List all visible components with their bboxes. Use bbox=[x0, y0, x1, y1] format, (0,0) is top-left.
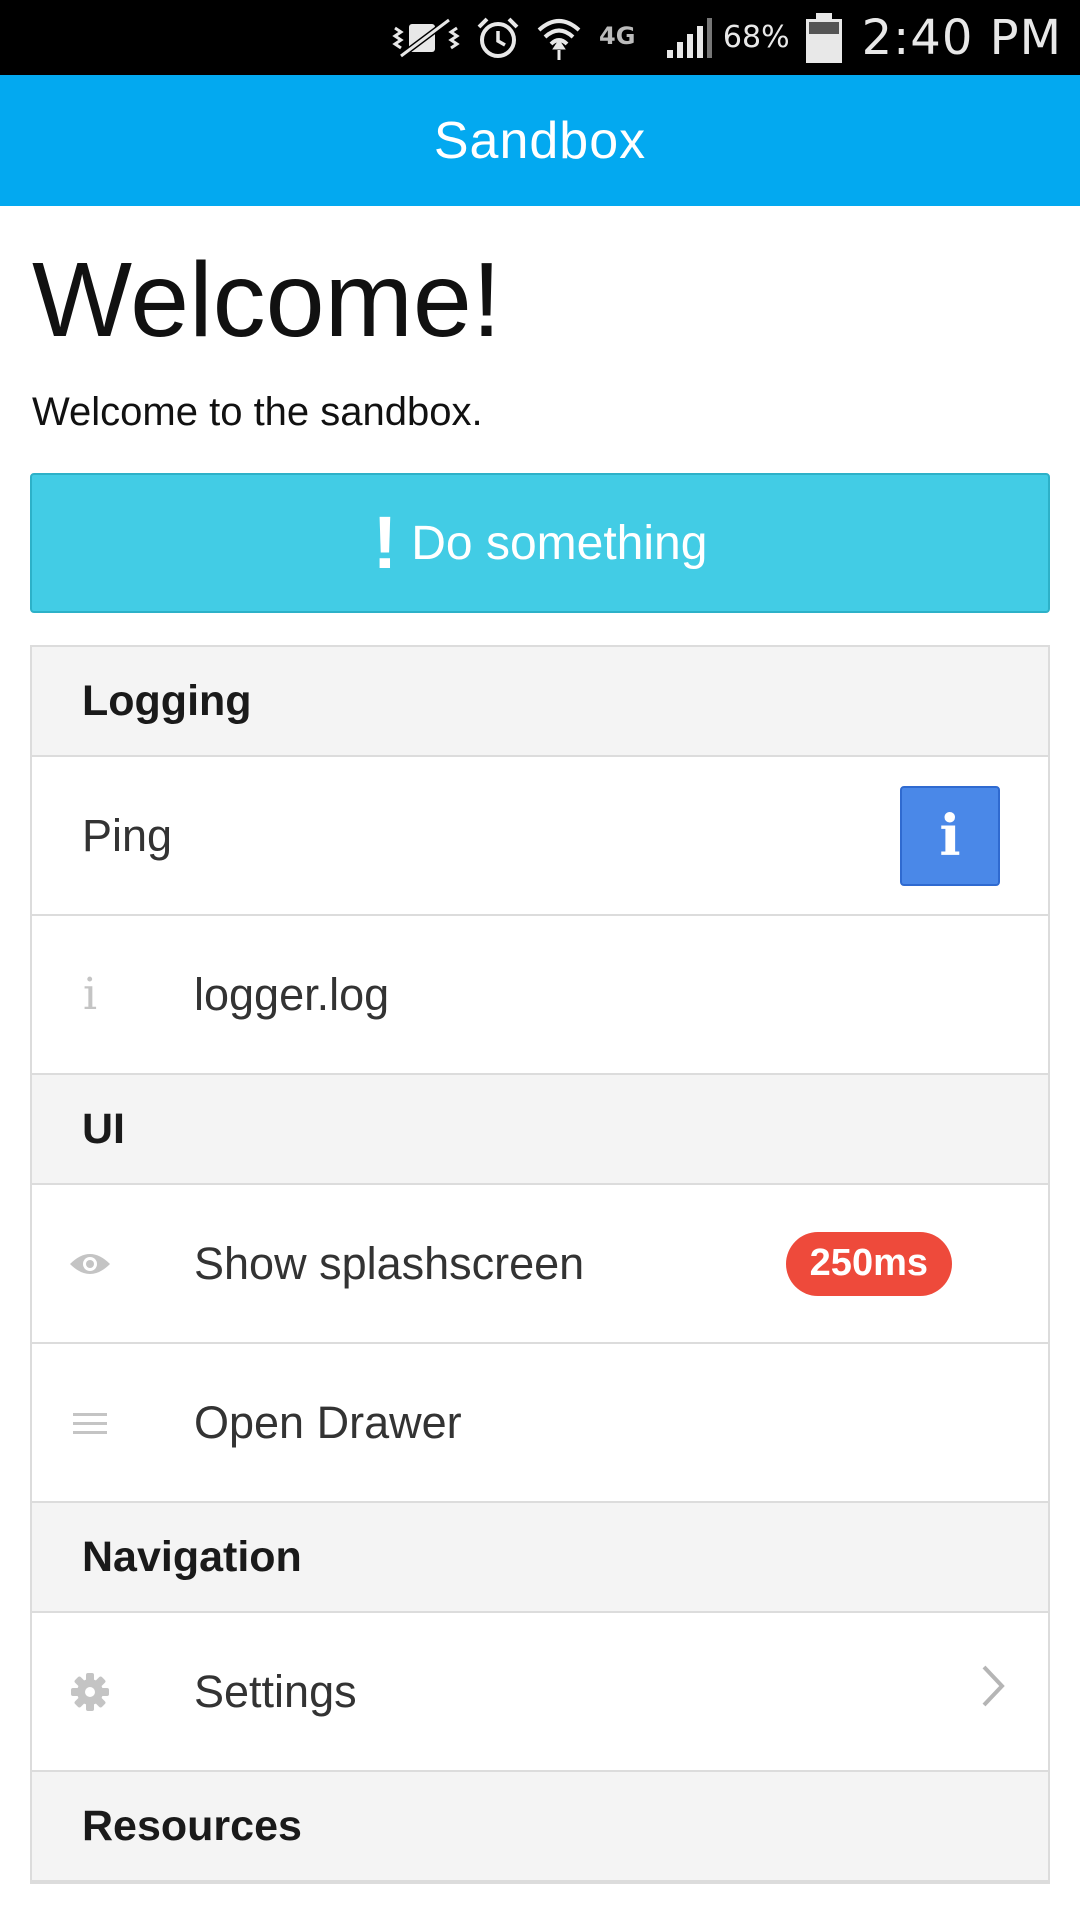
svg-text:4G: 4G bbox=[599, 22, 635, 50]
info-icon: i bbox=[82, 969, 98, 1020]
app-bar: Sandbox bbox=[0, 75, 1080, 206]
duration-badge: 250ms bbox=[785, 1231, 952, 1296]
clock: 2:40 PM bbox=[861, 9, 1062, 66]
eye-icon bbox=[66, 1240, 114, 1288]
alarm-icon bbox=[475, 15, 521, 61]
menu-icon bbox=[66, 1399, 114, 1447]
chevron-right-icon bbox=[980, 1663, 1008, 1720]
ping-label: Ping bbox=[82, 809, 173, 861]
4g-lte-icon: 4G bbox=[597, 18, 651, 58]
wifi-icon bbox=[535, 14, 583, 62]
battery-percent: 68% bbox=[722, 20, 790, 55]
page-title: Welcome! bbox=[32, 241, 502, 359]
open-drawer-label: Open Drawer bbox=[194, 1396, 462, 1448]
list-item-open-drawer[interactable]: Open Drawer bbox=[32, 1344, 1048, 1503]
list-item-show-splashscreen[interactable]: Show splashscreen 250ms bbox=[32, 1185, 1048, 1344]
show-splashscreen-label: Show splashscreen bbox=[194, 1237, 585, 1289]
exclamation-icon: ! bbox=[372, 501, 398, 584]
list-item-settings[interactable]: Settings bbox=[32, 1613, 1048, 1772]
do-something-label: Do something bbox=[411, 516, 708, 570]
do-something-button[interactable]: ! Do something bbox=[30, 473, 1050, 613]
section-header-ui: UI bbox=[32, 1075, 1048, 1185]
action-list: Logging Ping i i logger.log UI Show spla… bbox=[30, 645, 1050, 1884]
intro-text: Welcome to the sandbox. bbox=[32, 390, 483, 434]
list-item-logger-log[interactable]: i logger.log bbox=[32, 916, 1048, 1075]
vibrate-mute-icon bbox=[391, 16, 461, 60]
info-button[interactable]: i bbox=[900, 785, 1000, 886]
list-item-ping[interactable]: Ping i bbox=[32, 757, 1048, 916]
section-header-resources: Resources bbox=[32, 1772, 1048, 1882]
main-content: Welcome! Welcome to the sandbox. ! Do so… bbox=[30, 206, 1050, 1884]
settings-label: Settings bbox=[194, 1665, 357, 1717]
signal-icon bbox=[665, 16, 713, 60]
section-header-logging: Logging bbox=[32, 647, 1048, 757]
status-bar: 4G 68% 2:40 PM bbox=[0, 0, 1080, 75]
battery-icon bbox=[804, 11, 844, 65]
gear-icon bbox=[66, 1668, 114, 1716]
app-title: Sandbox bbox=[433, 111, 647, 170]
logger-log-label: logger.log bbox=[194, 968, 390, 1020]
section-header-navigation: Navigation bbox=[32, 1503, 1048, 1613]
